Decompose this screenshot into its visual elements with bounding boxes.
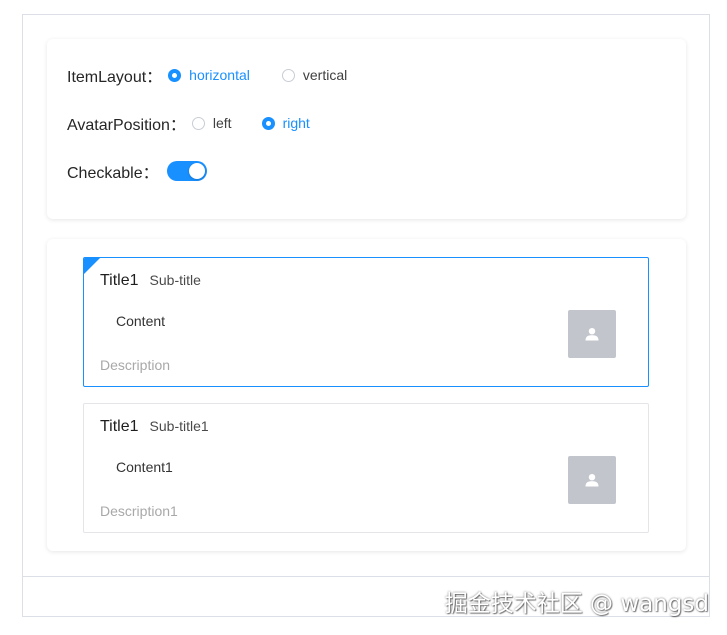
avatar-position-label: AvatarPosition： xyxy=(67,117,186,134)
radio-vertical-label: vertical xyxy=(302,67,348,83)
list-item[interactable]: Title1 Sub-title1 Content1 Description1 xyxy=(83,403,649,533)
item-description: Description xyxy=(100,357,171,373)
item-content: Content xyxy=(116,313,166,329)
avatar-position-row: AvatarPosition： left right xyxy=(67,111,342,135)
radio-unchecked-icon xyxy=(281,68,295,82)
item-header: Title1 Sub-title xyxy=(100,272,201,290)
radio-left[interactable]: left xyxy=(191,115,232,131)
checkable-label: Checkable： xyxy=(67,165,159,182)
radio-checked-icon xyxy=(261,116,275,130)
radio-right-label: right xyxy=(282,115,310,131)
item-title: Title1 xyxy=(100,418,139,435)
item-layout-radio-group: horizontal vertical xyxy=(168,67,379,83)
radio-unchecked-icon xyxy=(191,116,205,130)
frame-divider xyxy=(23,576,709,577)
item-layout-label: ItemLayout： xyxy=(67,69,163,86)
item-title: Title1 xyxy=(100,272,139,289)
radio-horizontal[interactable]: horizontal xyxy=(168,67,250,83)
user-icon xyxy=(585,328,599,341)
watermark: 掘金技术社区 @ wangsd xyxy=(444,591,709,617)
item-header: Title1 Sub-title1 xyxy=(100,418,209,436)
item-subtitle: Sub-title xyxy=(149,272,201,288)
switch-knob xyxy=(188,163,205,179)
checkable-row: Checkable： xyxy=(67,159,207,183)
avatar xyxy=(568,310,616,358)
item-layout-row: ItemLayout： horizontal vertical xyxy=(67,63,379,87)
radio-checked-icon xyxy=(168,68,182,82)
check-card-list: Title1 Sub-title Content Description Tit… xyxy=(47,239,686,551)
avatar xyxy=(568,456,616,504)
user-icon xyxy=(585,474,599,487)
radio-horizontal-label: horizontal xyxy=(189,67,250,83)
checked-corner-icon xyxy=(84,258,100,274)
demo-frame: ItemLayout： horizontal vertical AvatarPo… xyxy=(22,14,710,617)
radio-vertical[interactable]: vertical xyxy=(281,67,348,83)
settings-card: ItemLayout： horizontal vertical AvatarPo… xyxy=(47,39,686,219)
checkable-switch[interactable] xyxy=(166,161,207,181)
avatar-position-radio-group: left right xyxy=(191,115,342,131)
radio-left-label: left xyxy=(212,115,232,131)
list-item[interactable]: Title1 Sub-title Content Description xyxy=(83,257,649,387)
radio-right[interactable]: right xyxy=(261,115,310,131)
item-content: Content1 xyxy=(116,459,173,475)
item-description: Description1 xyxy=(100,503,178,519)
item-subtitle: Sub-title1 xyxy=(149,418,209,434)
